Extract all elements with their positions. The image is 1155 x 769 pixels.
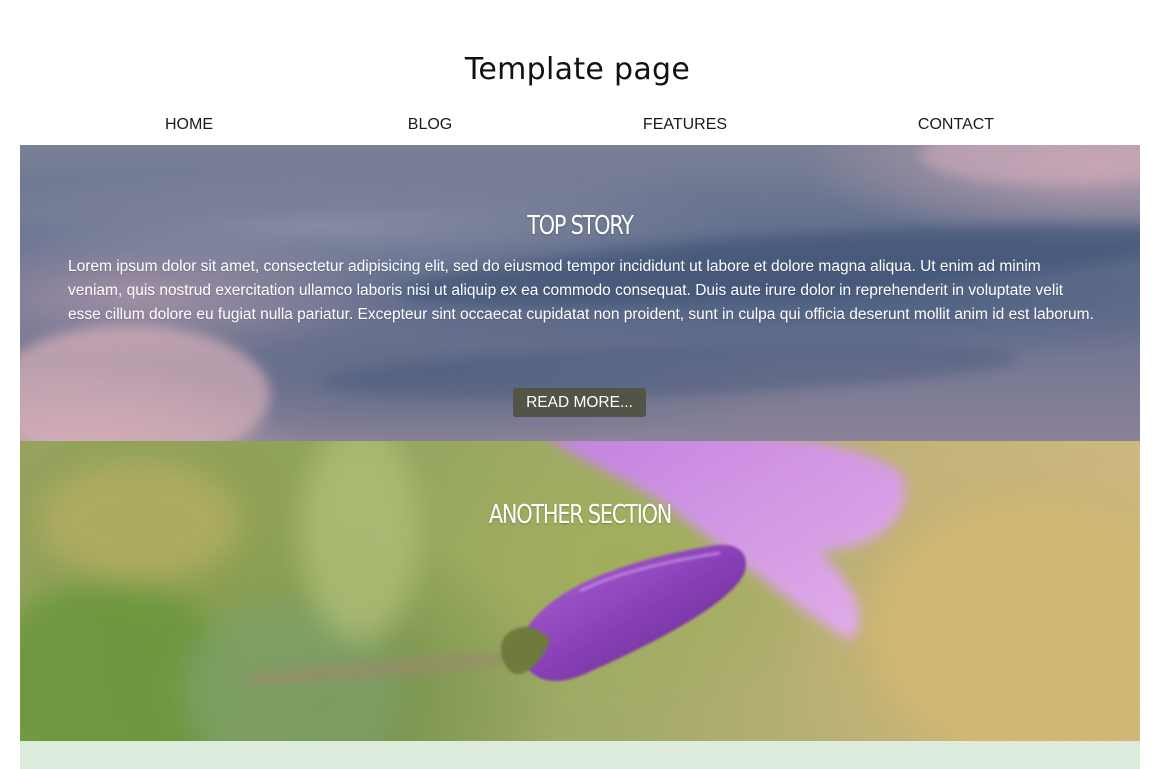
flower-bud [520,544,746,681]
flower-illustration [249,441,906,688]
flower-stem [249,649,521,688]
nav-item-contact[interactable]: CONTACT [918,112,994,138]
sky-cloud-streak [319,332,1021,408]
sky-pink-glow [920,145,1140,185]
nav-item-home[interactable]: HOME [165,112,213,138]
top-story-title: TOP STORY [527,211,634,241]
read-more-button[interactable]: READ MORE... [513,388,646,417]
nav-item-features[interactable]: FEATURES [643,112,727,138]
page: Template page HOME BLOG FEATURES CONTACT… [0,0,1155,769]
site-title: Template page [464,52,691,87]
sky-pink-glow [20,325,270,441]
nav-item-blog[interactable]: BLOG [408,112,452,138]
top-story-section: TOP STORY Lorem ipsum dolor sit amet, co… [20,145,1140,441]
another-section-title: ANOTHER SECTION [488,500,673,530]
footer-band [20,741,1140,769]
top-story-body: Lorem ipsum dolor sit amet, consectetur … [68,258,1094,323]
another-section: ANOTHER SECTION [20,441,1140,741]
main-nav: HOME BLOG FEATURES CONTACT [20,112,1140,145]
